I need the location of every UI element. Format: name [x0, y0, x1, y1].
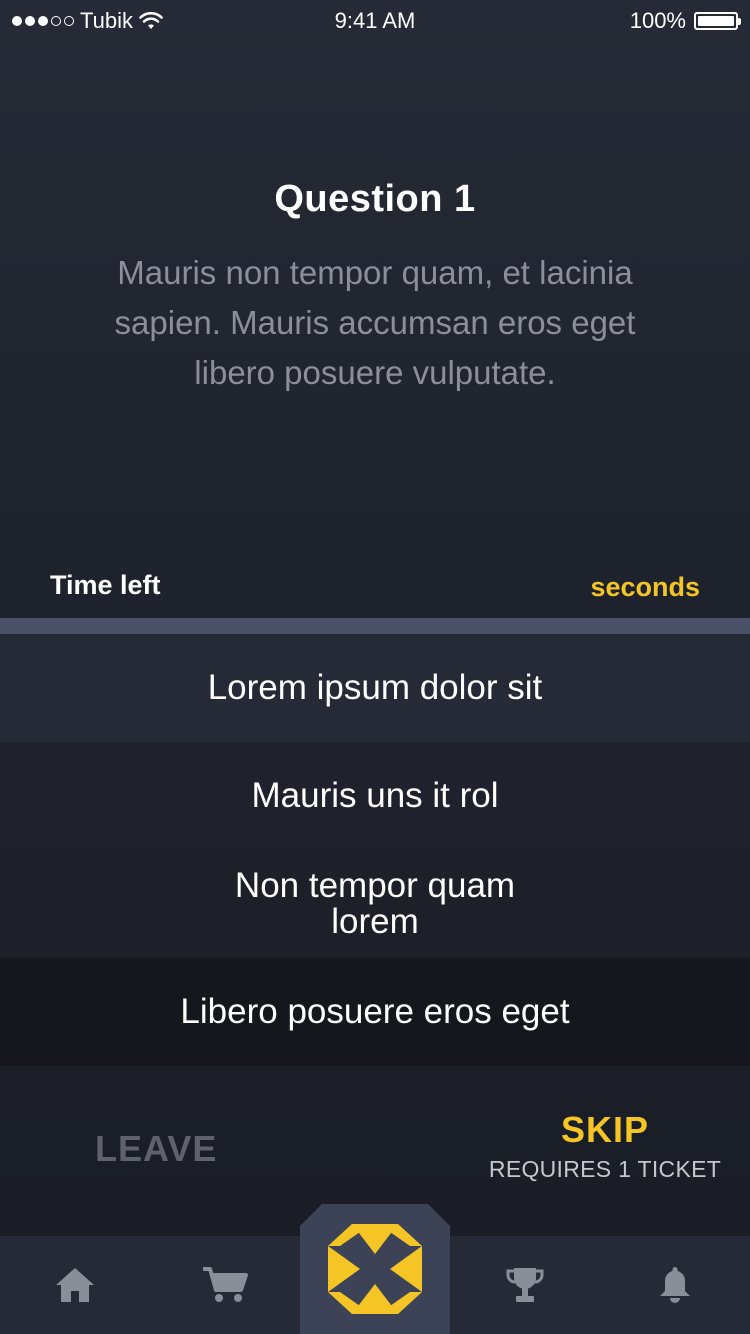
timer-progress-bar	[0, 618, 750, 634]
battery-percent: 100%	[629, 8, 686, 33]
answer-text: Mauris uns it rol	[251, 776, 499, 815]
tab-home[interactable]	[0, 1236, 150, 1334]
answer-option-1[interactable]: Lorem ipsum dolor sit	[0, 634, 750, 742]
answer-option-2[interactable]: Mauris uns it rol	[0, 742, 750, 850]
home-icon	[56, 1268, 94, 1302]
answer-option-3[interactable]: Non tempor quam lorem	[0, 850, 750, 958]
question-title: Question 1	[274, 178, 476, 220]
leave-button[interactable]: LEAVE	[95, 1128, 217, 1170]
answer-text: Non tempor quam lorem	[234, 866, 516, 941]
tab-notifications[interactable]	[600, 1236, 750, 1334]
status-bar: Tubik 9:41 AM 100%	[0, 0, 750, 40]
bell-icon	[660, 1267, 690, 1303]
battery-status: 100%	[629, 8, 741, 34]
skip-requirement: REQUIRES 1 TICKET	[488, 1156, 722, 1182]
answer-text: Libero posuere eros eget	[180, 992, 570, 1031]
answer-text: Lorem ipsum dolor sit	[207, 668, 543, 707]
trophy-icon	[506, 1268, 544, 1302]
tab-quiz[interactable]	[300, 1204, 450, 1334]
quiz-screen: Tubik 9:41 AM 100% Question 1 Mauris non…	[0, 0, 750, 1334]
seconds-label: seconds	[590, 572, 700, 602]
tab-shop[interactable]	[150, 1236, 300, 1334]
battery-icon	[694, 12, 741, 30]
question-text: Mauris non tempor quam, et lacinia sapie…	[114, 254, 636, 391]
time-left-label: Time left	[50, 570, 161, 600]
answer-option-4[interactable]: Libero posuere eros eget	[0, 958, 750, 1066]
skip-label: SKIP	[560, 1109, 650, 1150]
skip-button[interactable]: SKIP REQUIRES 1 TICKET	[480, 1110, 730, 1183]
tab-leaderboard[interactable]	[450, 1236, 600, 1334]
cart-icon	[203, 1267, 248, 1302]
quiz-logo-icon	[328, 1224, 422, 1314]
